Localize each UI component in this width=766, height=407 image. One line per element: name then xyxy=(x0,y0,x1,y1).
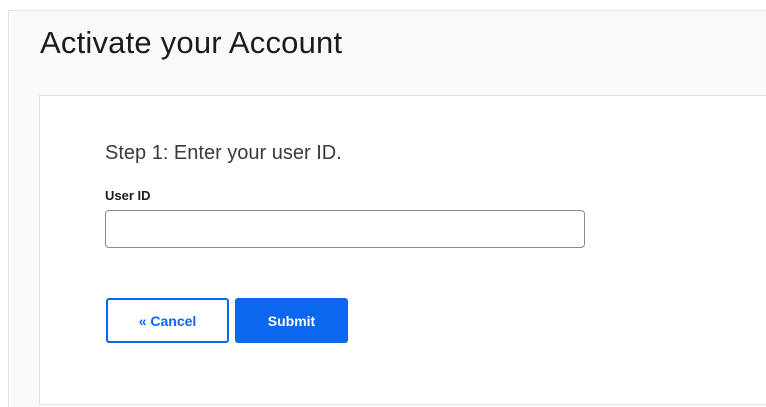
step-heading: Step 1: Enter your user ID. xyxy=(105,142,342,164)
user-id-input[interactable] xyxy=(105,210,585,248)
page-frame: Activate your Account Step 1: Enter your… xyxy=(8,10,766,407)
user-id-label: User ID xyxy=(105,188,151,203)
activation-card: Step 1: Enter your user ID. User ID « Ca… xyxy=(39,95,766,405)
page-title: Activate your Account xyxy=(40,25,343,60)
submit-button[interactable]: Submit xyxy=(235,298,348,343)
cancel-button[interactable]: « Cancel xyxy=(106,298,229,343)
